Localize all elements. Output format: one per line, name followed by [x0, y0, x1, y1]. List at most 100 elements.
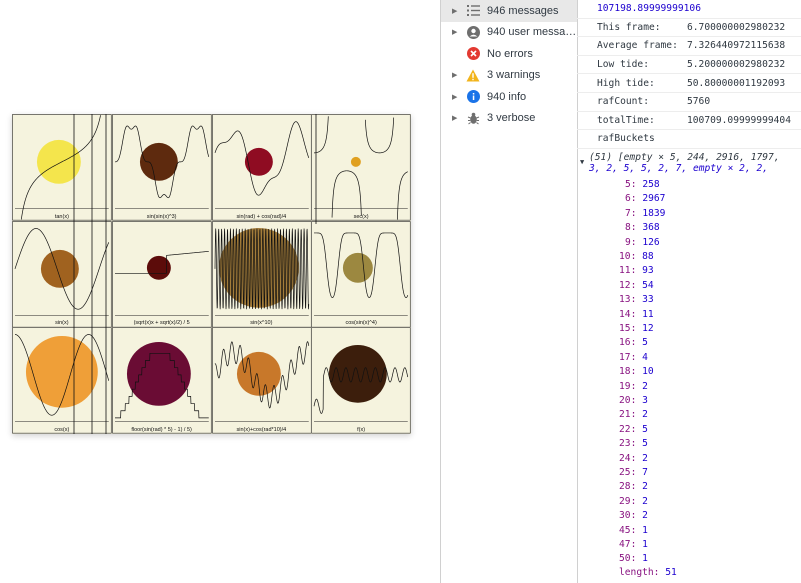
entry-key: 45: [619, 524, 631, 536]
sidebar-item-label: 940 info: [487, 90, 527, 103]
sidebar-item-info[interactable]: ▶ 940 info: [441, 86, 577, 108]
console-output: 107198.89999999106 This frame: 6.70000000…: [577, 0, 801, 583]
array-entry: 47: 1: [619, 539, 648, 550]
stat-value: 100709.09999999404: [687, 114, 791, 126]
entry-value: 2: [642, 452, 648, 464]
entry-key: 30: [619, 510, 631, 522]
array-entry: 22: 5: [619, 423, 648, 435]
entry-key: 23: [619, 438, 631, 450]
entry-key: 14: [619, 308, 631, 320]
entry-key: 29: [619, 495, 631, 507]
stat-row: High tide: 50.80000001192093: [577, 74, 801, 93]
entry-value: 1839: [642, 207, 666, 219]
array-entry: 24: 2: [619, 452, 648, 464]
stat-key: totalTime:: [597, 114, 655, 126]
sidebar-item-warning[interactable]: ▶ 3 warnings: [441, 65, 577, 87]
array-entry: 17: 4: [619, 351, 648, 363]
array-entry: 30: 2: [619, 510, 648, 522]
bug-icon: [466, 111, 480, 125]
sidebar-item-bug[interactable]: ▶ 3 verbose: [441, 108, 577, 130]
expand-arrow-icon[interactable]: ▶: [452, 93, 462, 101]
stat-row: rafBuckets: [577, 130, 801, 149]
stat-key: High tide:: [597, 77, 655, 89]
entry-value: 3: [642, 395, 648, 406]
stat-row: Low tide: 5.200000002980232: [577, 56, 801, 75]
entry-value: 5: [642, 423, 648, 435]
info-icon: [466, 90, 480, 104]
entry-value: 5: [642, 337, 648, 349]
stat-value: 50.80000001192093: [687, 77, 786, 89]
entry-value: 368: [642, 222, 660, 234]
stat-value: 5.200000002980232: [687, 59, 786, 71]
array-entry: 15: 12: [619, 323, 654, 334]
array-entry: 29: 2: [619, 495, 648, 507]
expand-arrow-icon[interactable]: ▼: [580, 157, 584, 168]
array-length: length: 51: [619, 567, 677, 578]
stat-key: rafCount:: [597, 96, 649, 108]
array-entry: 18: 10: [619, 366, 654, 378]
entry-value: 33: [642, 294, 654, 306]
entry-value: 1: [642, 553, 648, 565]
array-entry: 12: 54: [619, 279, 654, 291]
stat-key: Average frame:: [597, 40, 678, 52]
expand-arrow-icon[interactable]: ▶: [452, 114, 462, 122]
entry-key: 13: [619, 294, 631, 306]
user-icon: [466, 25, 480, 39]
entry-value: 258: [642, 179, 660, 190]
entry-value: 1: [642, 539, 648, 550]
expand-arrow-icon[interactable]: ▶: [452, 28, 462, 36]
stat-value: 5760: [687, 96, 711, 108]
stat-value: 7.326440972115638: [687, 40, 786, 52]
sidebar-item-error[interactable]: No errors: [441, 43, 577, 65]
entry-value: 2: [642, 481, 648, 493]
array-entry: 7: 1839: [625, 207, 666, 219]
array-entry: 11: 93: [619, 265, 654, 277]
entry-value: 10: [642, 366, 654, 378]
warning-icon: [466, 68, 480, 82]
entry-key: 17: [619, 351, 631, 363]
sidebar-item-label: 946 messages: [487, 4, 559, 17]
array-entry: 13: 33: [619, 294, 654, 306]
entry-key: 21: [619, 409, 631, 421]
entry-key: 22: [619, 423, 631, 435]
entry-key: 19: [619, 380, 631, 392]
entry-value: 2: [642, 495, 648, 507]
entry-key: 11: [619, 265, 631, 277]
entry-key: 18: [619, 366, 631, 378]
entry-value: 4: [642, 351, 648, 363]
entry-key: 47: [619, 539, 631, 550]
entry-value: 11: [642, 308, 654, 320]
sidebar-item-user[interactable]: ▶ 940 user messa…: [441, 22, 577, 44]
entry-key: 24: [619, 452, 631, 464]
array-entry: 50: 1: [619, 553, 648, 565]
plot-canvas: tan(x) sin(sin(x)^3) sin(rad) + cos(rad)/4…: [12, 114, 411, 434]
array-entry: 9: 126: [625, 236, 660, 248]
array-entry: 10: 88: [619, 251, 654, 262]
array-entry: 19: 2: [619, 380, 648, 392]
console-sidebar: ▶ 946 messages ▶ 940 user messa… No errors ▶ 3…: [440, 0, 578, 583]
entry-key: 25: [619, 467, 631, 478]
sidebar-item-list[interactable]: ▶ 946 messages: [441, 0, 577, 22]
stat-value: 6.700000002980232: [687, 21, 786, 33]
expand-arrow-icon[interactable]: ▶: [452, 7, 462, 15]
array-entry: 20: 3: [619, 395, 648, 406]
list-icon: [466, 4, 480, 18]
console-top-value: 107198.89999999106: [577, 0, 801, 19]
entry-value: 2: [642, 380, 648, 392]
stat-key: rafBuckets: [597, 133, 655, 145]
stat-row: Average frame: 7.326440972115638: [577, 37, 801, 56]
error-icon: [466, 47, 480, 61]
array-entry: 23: 5: [619, 438, 648, 450]
sidebar-item-label: 3 verbose: [487, 112, 536, 125]
entry-value: 5: [642, 438, 648, 450]
array-preview[interactable]: ▼ (51) [empty × 5, 244, 2916, 1797, 3, 2…: [580, 152, 801, 174]
entry-value: 12: [642, 323, 654, 334]
entry-key: 15: [619, 323, 631, 334]
entry-value: 2: [642, 409, 648, 421]
stat-row: totalTime: 100709.09999999404: [577, 112, 801, 131]
sidebar-item-label: 940 user messa…: [487, 26, 577, 39]
entry-value: 2: [642, 510, 648, 522]
expand-arrow-icon[interactable]: ▶: [452, 71, 462, 79]
array-entry: 14: 11: [619, 308, 654, 320]
entry-value: 88: [642, 251, 654, 262]
